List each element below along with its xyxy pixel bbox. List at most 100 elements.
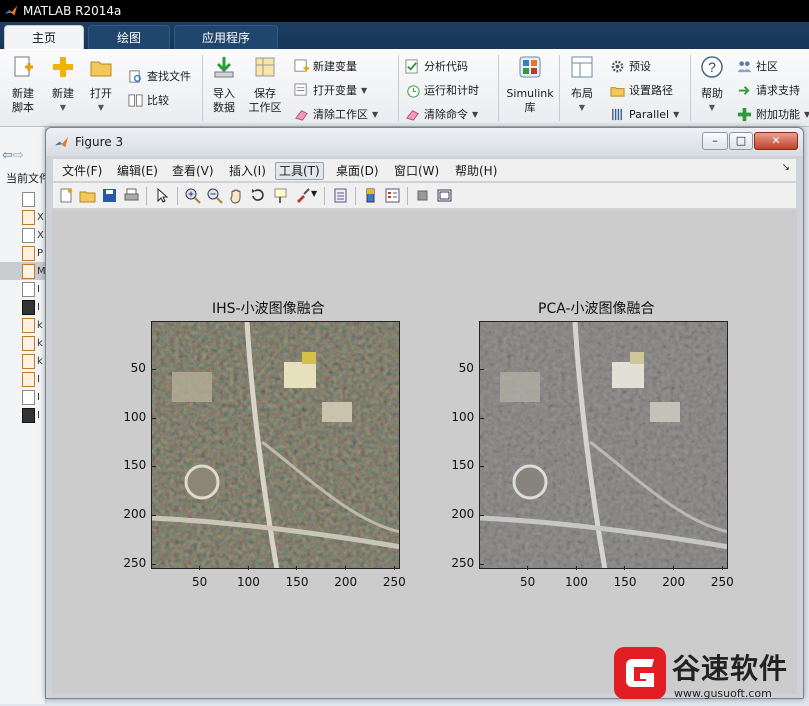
menu-desktop[interactable]: 桌面(D) — [333, 162, 382, 180]
axes-title-pca: PCA-小波图像融合 — [538, 301, 655, 317]
file-list-item[interactable]: X — [22, 208, 46, 226]
ribbon-divider — [498, 55, 499, 121]
x-tick-label: 200 — [662, 575, 686, 589]
file-list-item[interactable]: k — [22, 334, 46, 352]
m-file-icon — [22, 371, 35, 387]
file-list-item[interactable]: I — [22, 280, 46, 298]
request-support-button[interactable]: 请求支持 — [737, 81, 800, 99]
open-file-icon[interactable] — [79, 187, 96, 204]
file-list-item[interactable]: I — [22, 388, 46, 406]
pointer-icon[interactable] — [154, 187, 171, 204]
axes-ihs-wavelet[interactable] — [151, 321, 400, 569]
nav-back-forward[interactable]: ⇦⇨ — [2, 148, 24, 163]
menu-view[interactable]: 查看(V) — [169, 162, 217, 180]
tab-apps[interactable]: 应用程序 — [174, 25, 278, 49]
show-plot-tools-icon[interactable] — [436, 187, 453, 204]
chevron-down-icon: ▼ — [472, 109, 479, 119]
file-list-item[interactable]: M — [0, 262, 46, 280]
save-figure-icon[interactable] — [101, 187, 118, 204]
layout-button[interactable]: 布局 ▼ — [561, 55, 603, 115]
zoom-out-icon[interactable] — [206, 187, 223, 204]
add-ons-button[interactable]: 附加功能 ▼ — [737, 105, 809, 123]
tab-home[interactable]: 主页 — [4, 25, 84, 49]
axes-pca-wavelet[interactable] — [479, 321, 728, 569]
open-variable-button[interactable]: 打开变量 ▼ — [294, 81, 367, 99]
rotate-3d-icon[interactable] — [250, 187, 267, 204]
toolbar-separator — [146, 187, 147, 205]
new-plus-icon — [53, 57, 73, 77]
analyze-code-button[interactable]: 分析代码 — [405, 57, 468, 75]
pan-hand-icon[interactable] — [228, 187, 245, 204]
community-button[interactable]: 社区 — [737, 57, 778, 75]
parallel-button[interactable]: Parallel ▼ — [610, 105, 679, 123]
link-plot-icon[interactable] — [332, 187, 349, 204]
figure-window[interactable]: Figure 3 – □ ✕ 文件(F) 编辑(E) 查看(V) 插入(I) 工… — [45, 127, 804, 699]
toolbar-separator — [324, 187, 325, 205]
save-workspace-button[interactable]: 保存 工作区 — [244, 55, 286, 115]
menu-edit[interactable]: 编辑(E) — [114, 162, 161, 180]
matlab-title-bar: MATLAB R2014a — [0, 0, 809, 22]
file-list-item[interactable]: k — [22, 316, 46, 334]
compare-button[interactable]: 比较 — [128, 91, 169, 109]
help-icon: ? — [701, 56, 723, 78]
new-figure-icon[interactable] — [58, 187, 75, 204]
y-tick-mark — [480, 515, 484, 517]
file-list-item[interactable]: I — [22, 406, 46, 424]
menu-insert[interactable]: 插入(I) — [226, 162, 269, 180]
preferences-button[interactable]: 预设 — [610, 57, 651, 75]
import-data-label: 导入 数据 — [213, 87, 235, 114]
help-button[interactable]: ? 帮助 ▼ — [691, 55, 733, 115]
zoom-in-icon[interactable] — [184, 187, 201, 204]
tab-plots[interactable]: 绘图 — [88, 25, 170, 49]
maximize-button[interactable]: □ — [729, 132, 753, 150]
file-list-item[interactable]: I — [22, 370, 46, 388]
axes-title-ihs: IHS-小波图像融合 — [212, 301, 325, 317]
set-path-button[interactable]: 设置路径 — [610, 81, 673, 99]
new-variable-button[interactable]: 新建变量 — [294, 57, 357, 75]
file-list-item[interactable]: X — [22, 226, 46, 244]
toolbar-separator — [177, 187, 178, 205]
hide-plot-tools-icon[interactable] — [414, 187, 431, 204]
print-icon[interactable] — [123, 187, 140, 204]
data-cursor-icon[interactable] — [272, 187, 289, 204]
back-arrow-icon[interactable]: ⇦ — [2, 148, 13, 163]
forward-arrow-icon[interactable]: ⇨ — [13, 148, 24, 163]
menu-tools[interactable]: 工具(T) — [275, 162, 324, 180]
close-button[interactable]: ✕ — [754, 132, 798, 150]
y-tick-mark — [152, 515, 156, 517]
menu-help[interactable]: 帮助(H) — [452, 162, 500, 180]
import-data-button[interactable]: 导入 数据 — [203, 55, 245, 115]
run-and-time-button[interactable]: 运行和计时 — [405, 81, 479, 99]
gear-icon — [611, 60, 624, 72]
file-name: I — [37, 373, 40, 385]
file-list-item[interactable] — [22, 190, 46, 208]
file-name: k — [37, 319, 43, 331]
new-script-icon — [14, 56, 33, 77]
find-files-button[interactable]: 查找文件 — [128, 67, 191, 85]
open-button[interactable]: 打开 ▼ — [80, 55, 122, 115]
simulink-label: Simulink 库 — [506, 87, 554, 114]
figure-title-bar[interactable]: Figure 3 — [46, 128, 803, 156]
chevron-down-icon: ▼ — [361, 85, 368, 95]
file-list-item[interactable]: P — [22, 244, 46, 262]
menu-file[interactable]: 文件(F) — [59, 162, 105, 180]
colorbar-icon[interactable] — [362, 187, 379, 204]
menu-window[interactable]: 窗口(W) — [391, 162, 442, 180]
minimize-button[interactable]: – — [702, 132, 728, 150]
file-list-item[interactable]: k — [22, 352, 46, 370]
gusu-watermark: 谷速软件 www.gusuoft.com — [610, 645, 808, 703]
new-variable-label: 新建变量 — [313, 60, 357, 73]
community-icon — [737, 60, 752, 72]
new-script-button[interactable]: 新建 脚本 — [2, 55, 44, 115]
save-workspace-icon — [255, 57, 275, 77]
brush-icon[interactable] — [294, 187, 311, 204]
legend-icon[interactable] — [384, 187, 401, 204]
clear-workspace-button[interactable]: 清除工作区 ▼ — [294, 105, 378, 123]
file-list-item[interactable]: I — [22, 298, 46, 316]
ribbon-tab-strip: 主页 绘图 应用程序 — [0, 22, 809, 49]
new-button[interactable]: 新建 ▼ — [42, 55, 84, 115]
chevron-down-icon[interactable]: ▼ — [311, 189, 317, 198]
dock-arrow-icon[interactable]: ↘ — [782, 162, 790, 173]
simulink-library-button[interactable]: Simulink 库 — [505, 55, 555, 115]
clear-commands-button[interactable]: 清除命令 ▼ — [405, 105, 478, 123]
